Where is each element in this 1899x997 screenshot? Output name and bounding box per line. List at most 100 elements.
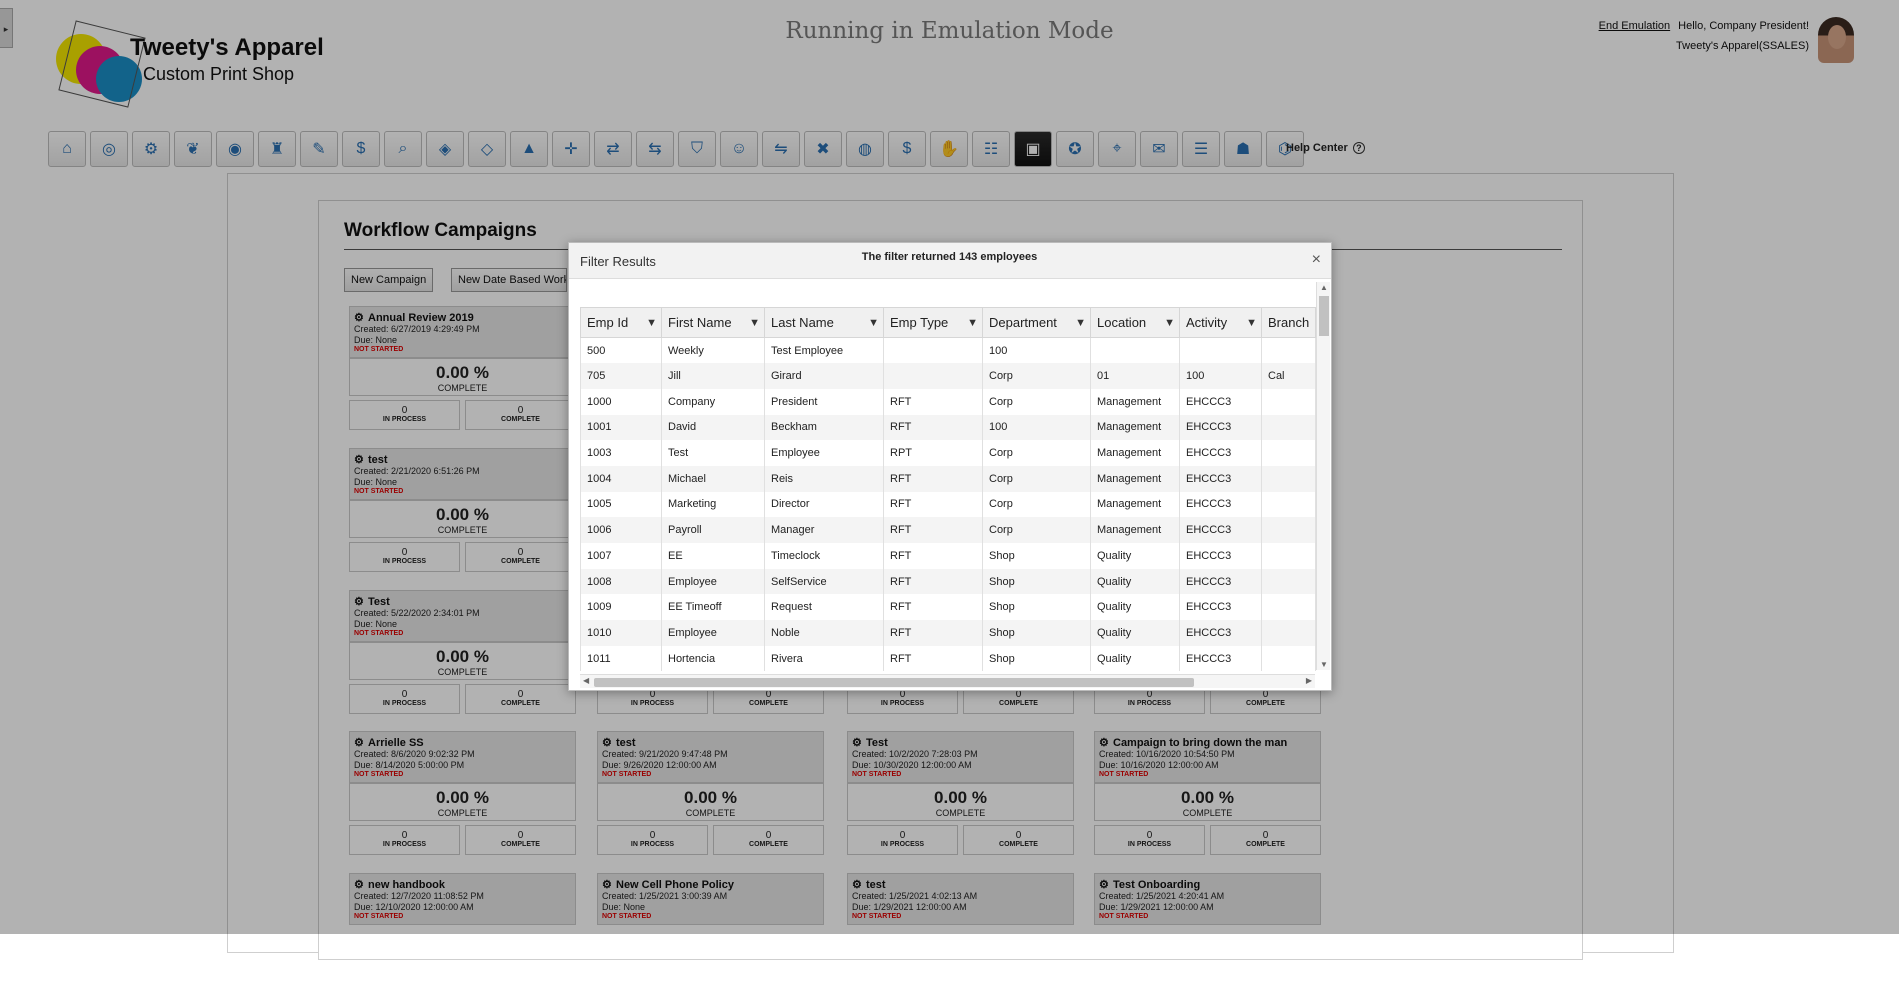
filter-icon[interactable]: ▼: [646, 317, 657, 329]
grid-horizontal-scrollbar[interactable]: ◀ ▶: [580, 674, 1315, 688]
table-cell: Cal: [1260, 363, 1317, 389]
table-cell: [1260, 414, 1317, 441]
table-cell: Payroll: [661, 517, 765, 543]
table-row[interactable]: 1010 Employee Noble RFT Shop Quality EHCCC3: [580, 620, 1317, 646]
table-cell: RFT: [883, 517, 983, 543]
column-header[interactable]: Department ▼: [982, 307, 1091, 338]
table-cell: EHCCC3: [1179, 517, 1262, 543]
table-cell: Company: [661, 388, 765, 415]
scroll-thumb[interactable]: [1319, 296, 1329, 336]
table-cell: [1260, 543, 1317, 569]
table-cell: Director: [764, 491, 884, 518]
table-cell: RFT: [883, 465, 983, 492]
table-cell: 1010: [580, 620, 662, 646]
table-cell: [1260, 465, 1317, 492]
filter-icon[interactable]: ▼: [967, 317, 978, 329]
table-cell: [1260, 645, 1317, 672]
table-cell: 1011: [580, 645, 662, 672]
table-cell: [1260, 620, 1317, 646]
table-row[interactable]: 1004 Michael Reis RFT Corp Management EHCCC3: [580, 465, 1317, 492]
table-cell: Request: [764, 594, 884, 621]
table-cell: [1179, 337, 1262, 364]
table-cell: EHCCC3: [1179, 388, 1262, 415]
scroll-up-icon[interactable]: ▲: [1320, 283, 1328, 292]
table-cell: Management: [1090, 517, 1180, 543]
table-row[interactable]: 1007 EE Timeclock RFT Shop Quality EHCCC3: [580, 543, 1317, 569]
table-cell: Management: [1090, 465, 1180, 492]
table-cell: [1090, 337, 1180, 364]
table-row[interactable]: 1003 Test Employee RPT Corp Management EHCCC3: [580, 440, 1317, 466]
grid-vertical-scrollbar[interactable]: ▲ ▼: [1316, 282, 1330, 670]
table-cell: Test: [661, 440, 765, 466]
column-label: Branch: [1268, 315, 1310, 330]
table-cell: Management: [1090, 414, 1180, 441]
filter-icon[interactable]: ▼: [1246, 317, 1257, 329]
table-row[interactable]: 1005 Marketing Director RFT Corp Management EH…: [580, 491, 1317, 518]
column-label: Last Name: [771, 315, 834, 330]
filter-icon[interactable]: ▼: [749, 317, 760, 329]
table-cell: RFT: [883, 543, 983, 569]
table-cell: Quality: [1090, 543, 1180, 569]
table-cell: Jill: [661, 363, 765, 389]
column-label: Department: [989, 315, 1057, 330]
filter-icon[interactable]: ▼: [1164, 317, 1175, 329]
table-cell: [1260, 337, 1317, 364]
table-cell: RFT: [883, 491, 983, 518]
table-row[interactable]: 1008 Employee SelfService RFT Shop Quality EHC…: [580, 568, 1317, 595]
hscroll-thumb[interactable]: [594, 678, 1194, 687]
filter-icon[interactable]: ▼: [1075, 317, 1086, 329]
table-cell: EHCCC3: [1179, 414, 1262, 441]
filter-icon[interactable]: ▼: [868, 317, 879, 329]
table-row[interactable]: 1000 Company President RFT Corp Management EHC…: [580, 388, 1317, 415]
table-cell: 1009: [580, 594, 662, 621]
table-cell: Noble: [764, 620, 884, 646]
scroll-right-icon[interactable]: ▶: [1306, 676, 1312, 685]
table-row[interactable]: 1009 EE Timeoff Request RFT Shop Quality EHCCC…: [580, 594, 1317, 621]
table-cell: Corp: [982, 388, 1091, 415]
column-header[interactable]: Activity ▼: [1179, 307, 1262, 338]
table-cell: EHCCC3: [1179, 645, 1262, 672]
table-row[interactable]: 500 Weekly Test Employee 100: [580, 337, 1317, 364]
table-cell: [883, 363, 983, 389]
column-header[interactable]: Emp Id ▼: [580, 307, 662, 338]
table-cell: Management: [1090, 491, 1180, 518]
table-cell: Girard: [764, 363, 884, 389]
scroll-left-icon[interactable]: ◀: [583, 676, 589, 685]
table-cell: [1260, 440, 1317, 466]
table-row[interactable]: 1011 Hortencia Rivera RFT Shop Quality EHCCC3: [580, 645, 1317, 672]
table-cell: [1260, 517, 1317, 543]
table-cell: 100: [1179, 363, 1262, 389]
column-label: Emp Id: [587, 315, 629, 330]
table-cell: RPT: [883, 440, 983, 466]
table-cell: 100: [982, 337, 1091, 364]
page: ▸ Tweety's Apparel Custom Print Shop Run…: [0, 0, 1899, 960]
table-cell: 1008: [580, 568, 662, 595]
column-header[interactable]: Branch: [1260, 307, 1317, 338]
column-header[interactable]: Location ▼: [1090, 307, 1180, 338]
table-cell: 1004: [580, 465, 662, 492]
table-cell: Management: [1090, 388, 1180, 415]
table-cell: [1260, 388, 1317, 415]
table-cell: Manager: [764, 517, 884, 543]
table-cell: Rivera: [764, 645, 884, 672]
table-row[interactable]: 1006 Payroll Manager RFT Corp Management EHCCC…: [580, 517, 1317, 543]
column-header[interactable]: Emp Type ▼: [883, 307, 983, 338]
table-cell: 1007: [580, 543, 662, 569]
table-cell: 100: [982, 414, 1091, 441]
table-cell: RFT: [883, 388, 983, 415]
table-cell: 500: [580, 337, 662, 364]
table-cell: [1260, 491, 1317, 518]
table-cell: Corp: [982, 440, 1091, 466]
table-cell: RFT: [883, 645, 983, 672]
table-cell: Corp: [982, 517, 1091, 543]
column-label: Activity: [1186, 315, 1228, 330]
table-row[interactable]: 1001 David Beckham RFT 100 Management EHCCC3: [580, 414, 1317, 441]
table-row[interactable]: 705 Jill Girard Corp 01 100 Cal: [580, 363, 1317, 389]
scroll-down-icon[interactable]: ▼: [1320, 660, 1328, 669]
column-header[interactable]: Last Name ▼: [764, 307, 884, 338]
table-cell: Timeclock: [764, 543, 884, 569]
table-cell: President: [764, 388, 884, 415]
table-cell: Shop: [982, 620, 1091, 646]
table-cell: 1006: [580, 517, 662, 543]
column-header[interactable]: First Name ▼: [661, 307, 765, 338]
